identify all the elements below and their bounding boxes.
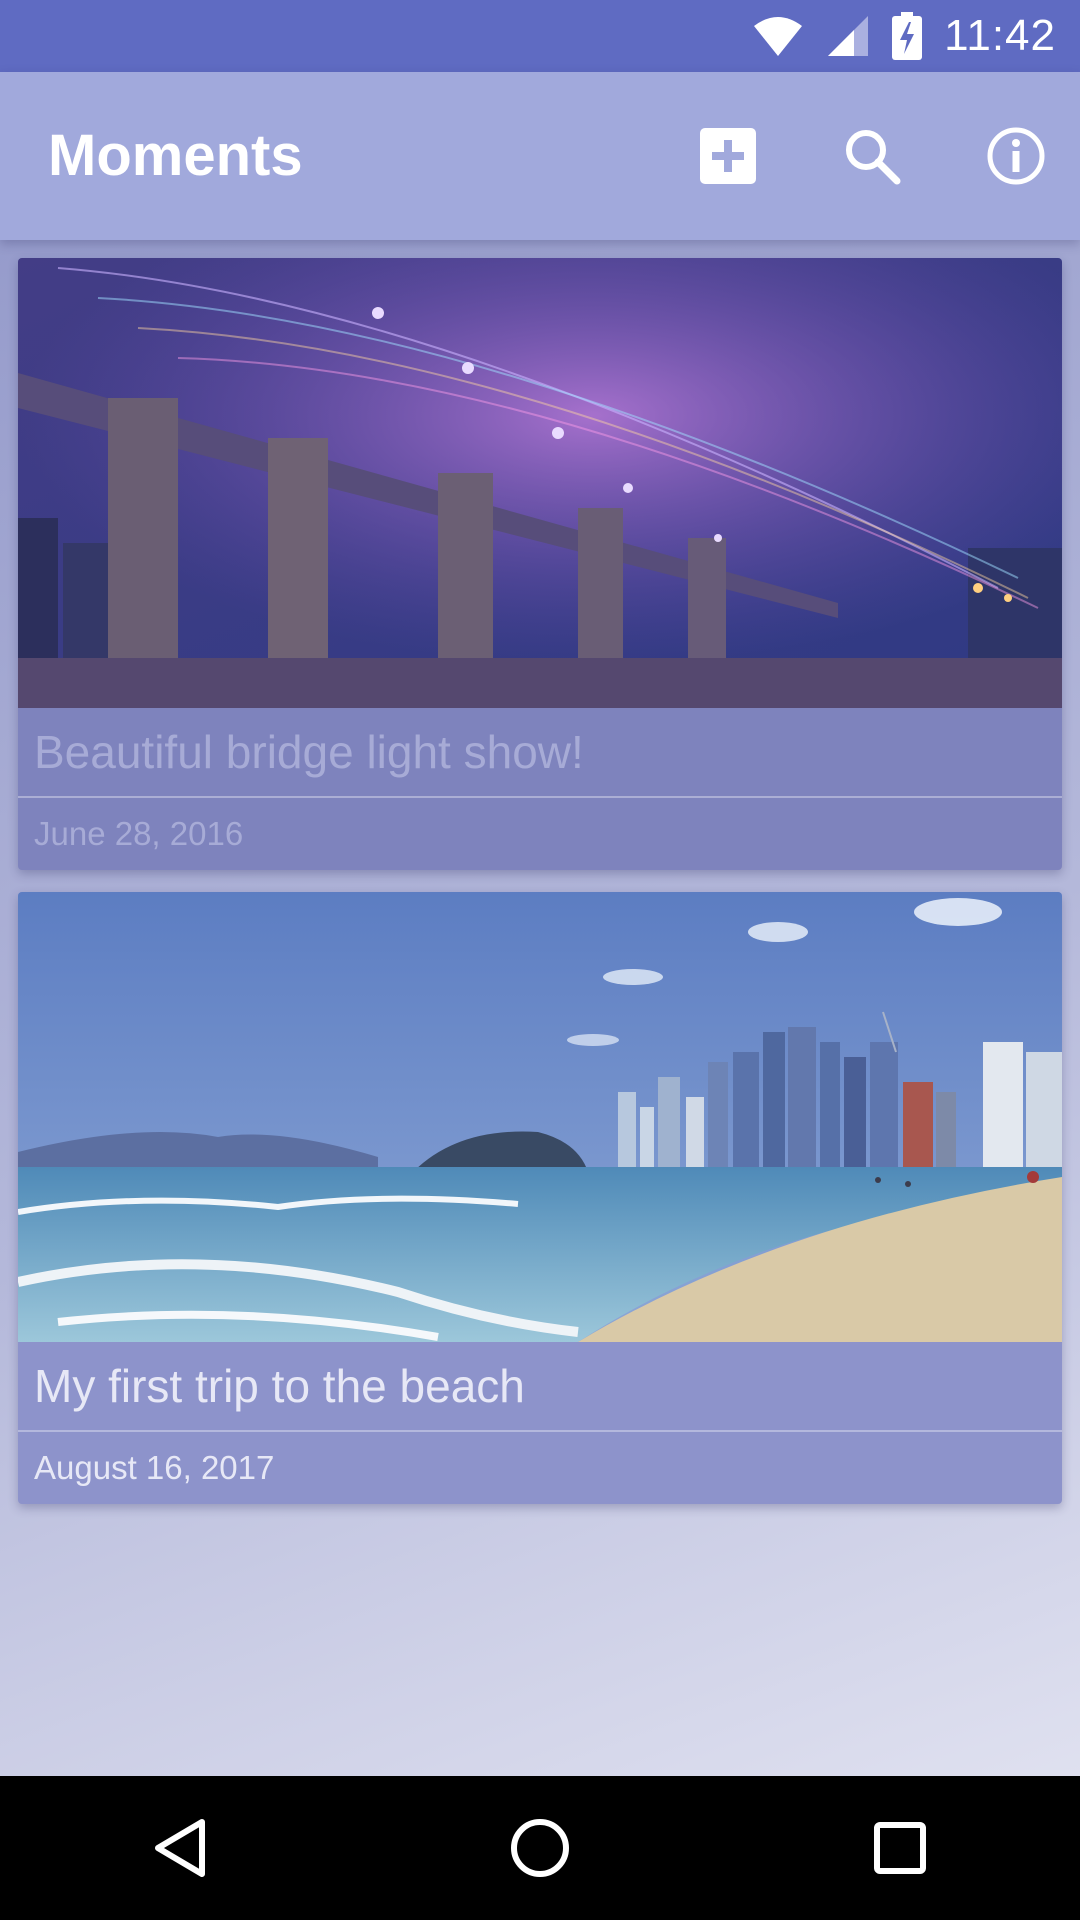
wifi-icon xyxy=(754,17,803,56)
app-title: Moments xyxy=(48,123,303,188)
bridge-light-show-photo xyxy=(18,258,1062,708)
status-bar: 11:42 xyxy=(0,0,1080,72)
moments-feed: Beautiful bridge light show! June 28, 20… xyxy=(18,258,1062,1526)
recents-icon xyxy=(874,1822,926,1874)
moment-title: Beautiful bridge light show! xyxy=(18,708,1062,798)
back-icon xyxy=(155,1819,205,1877)
moment-card[interactable]: My first trip to the beach August 16, 20… xyxy=(18,892,1062,1504)
home-button[interactable] xyxy=(480,1788,600,1908)
status-icons: 11:42 xyxy=(752,0,1056,72)
info-icon xyxy=(987,127,1045,185)
add-icon xyxy=(700,128,756,184)
home-icon xyxy=(511,1819,569,1877)
app-actions xyxy=(688,72,1056,240)
beach-city-photo xyxy=(18,892,1062,1342)
moment-title: My first trip to the beach xyxy=(18,1342,1062,1432)
moment-card[interactable]: Beautiful bridge light show! June 28, 20… xyxy=(18,258,1062,870)
recents-button[interactable] xyxy=(840,1788,960,1908)
search-icon xyxy=(846,130,901,185)
info-button[interactable] xyxy=(976,116,1056,196)
app-bar: Moments xyxy=(0,72,1080,240)
back-button[interactable] xyxy=(120,1788,240,1908)
status-time: 11:42 xyxy=(944,11,1056,60)
navigation-bar xyxy=(0,1776,1080,1920)
search-button[interactable] xyxy=(832,116,912,196)
moment-date: June 28, 2016 xyxy=(34,815,244,852)
battery-charging-icon xyxy=(892,12,923,60)
moment-date: August 16, 2017 xyxy=(34,1449,275,1486)
add-moment-button[interactable] xyxy=(688,116,768,196)
signal-icon xyxy=(828,16,869,56)
